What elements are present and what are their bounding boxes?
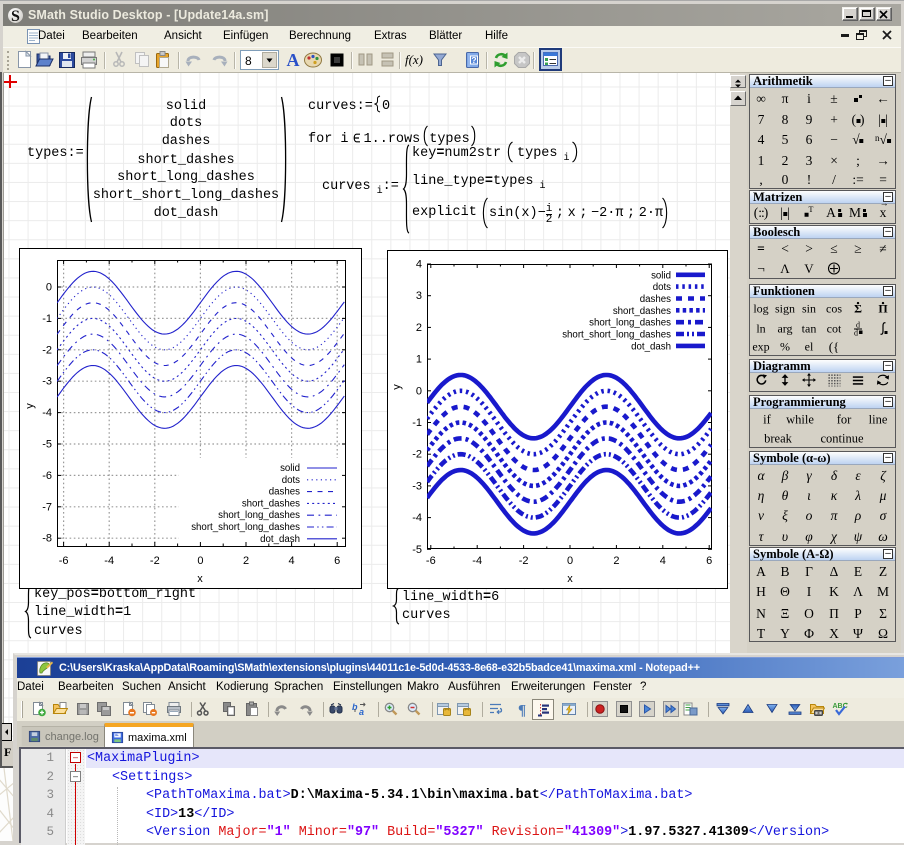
svg-text:short_long_dashes: short_long_dashes (589, 318, 671, 329)
svg-text:f(x): f(x) (405, 52, 423, 67)
svg-text:dashes: dashes (640, 294, 671, 305)
svg-text:-4: -4 (412, 512, 422, 524)
svg-text:6: 6 (706, 555, 712, 567)
svg-text:dashes: dashes (269, 487, 300, 498)
svg-text:-5: -5 (42, 439, 52, 451)
svg-text:-3: -3 (42, 376, 52, 388)
svg-text:-4: -4 (104, 555, 114, 567)
svg-text:a: a (359, 707, 364, 717)
svg-text:4: 4 (289, 555, 295, 567)
svg-text:4: 4 (416, 259, 422, 271)
svg-text:-2: -2 (412, 449, 422, 461)
svg-text:3: 3 (416, 290, 422, 302)
svg-text:?: ? (471, 55, 476, 65)
svg-text:2: 2 (416, 322, 422, 334)
svg-text:solid: solid (651, 270, 671, 281)
svg-text:-8: -8 (42, 533, 52, 545)
svg-text:short_short_long_dashes: short_short_long_dashes (562, 330, 671, 341)
svg-text:-7: -7 (42, 501, 52, 513)
svg-text:ABC: ABC (833, 703, 848, 710)
svg-text:dot_dash: dot_dash (260, 534, 300, 545)
svg-text:short_long_dashes: short_long_dashes (218, 510, 300, 521)
svg-text:0: 0 (46, 282, 52, 294)
svg-text:dots: dots (282, 475, 300, 486)
svg-text:2: 2 (243, 555, 249, 567)
svg-text:y: y (391, 384, 403, 390)
svg-text:short_dashes: short_dashes (613, 306, 671, 317)
svg-text:x: x (567, 573, 573, 585)
svg-text:-2: -2 (42, 344, 52, 356)
svg-text:-5: -5 (412, 544, 422, 556)
svg-text:S: S (11, 8, 20, 24)
svg-text:-3: -3 (412, 480, 422, 492)
svg-text:-1: -1 (42, 313, 52, 325)
svg-text:1: 1 (416, 354, 422, 366)
svg-text:-6: -6 (59, 555, 69, 567)
svg-text:-6: -6 (42, 470, 52, 482)
svg-text:dot_dash: dot_dash (631, 341, 671, 352)
svg-text:¶: ¶ (518, 703, 526, 718)
svg-text:4: 4 (660, 555, 666, 567)
svg-text:d: d (854, 329, 858, 336)
svg-text:y: y (24, 403, 36, 409)
svg-text:6: 6 (334, 555, 340, 567)
svg-text:0: 0 (567, 555, 573, 567)
svg-text:0: 0 (416, 385, 422, 397)
svg-text:-2: -2 (519, 555, 529, 567)
svg-text:-1: -1 (412, 417, 422, 429)
svg-text:A: A (287, 50, 300, 70)
svg-text:-4: -4 (472, 555, 482, 567)
svg-text:0: 0 (197, 555, 203, 567)
svg-text:x: x (197, 573, 203, 585)
svg-text:solid: solid (280, 463, 300, 474)
svg-text:-6: -6 (426, 555, 436, 567)
svg-text:2: 2 (613, 555, 619, 567)
svg-text:short_dashes: short_dashes (242, 498, 300, 509)
svg-text:dots: dots (653, 282, 671, 293)
svg-text:-2: -2 (150, 555, 160, 567)
svg-text:-4: -4 (42, 407, 52, 419)
svg-text:short_short_long_dashes: short_short_long_dashes (191, 522, 300, 533)
